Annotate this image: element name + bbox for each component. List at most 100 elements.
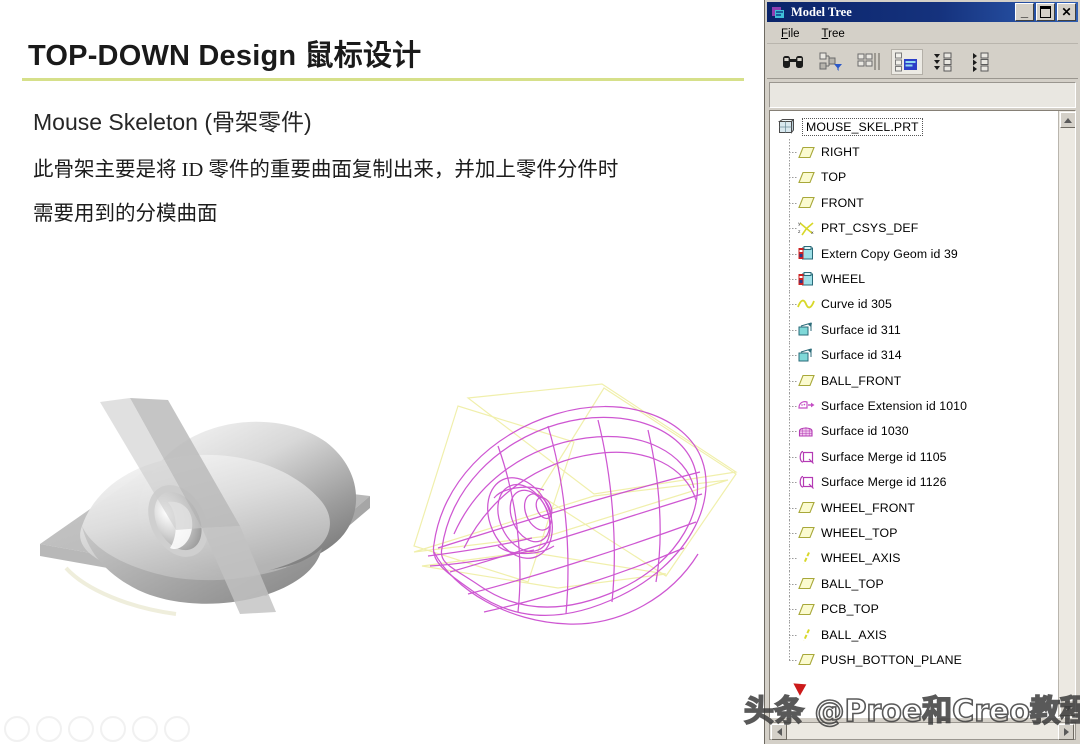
- show-model-tree-icon[interactable]: [891, 49, 923, 75]
- tree-toolbar: [767, 46, 1078, 79]
- scroll-down-button[interactable]: [1060, 700, 1075, 716]
- model-tree-window: Model Tree _ ✕ File Tree MOUSE_SKEL.PRT …: [764, 0, 1080, 744]
- minimize-glyph: _: [1020, 4, 1029, 19]
- tree-row[interactable]: BALL_FRONT: [770, 367, 1059, 394]
- datum-plane-icon: [796, 372, 816, 390]
- model-tree-icon: [771, 5, 786, 20]
- menu-tree-rest: ree: [828, 27, 845, 40]
- tree-item-label: WHEEL: [821, 272, 866, 287]
- window-titlebar[interactable]: Model Tree _ ✕: [767, 2, 1078, 22]
- shaded-mouse-skeleton-figure: [26, 376, 392, 642]
- tree-root-label: MOUSE_SKEL.PRT: [802, 117, 923, 136]
- tree-row[interactable]: TOP: [770, 164, 1059, 191]
- close-button[interactable]: ✕: [1057, 3, 1076, 21]
- tree-row[interactable]: Curve id 305: [770, 291, 1059, 318]
- tree-row[interactable]: Surface id 1030: [770, 418, 1059, 445]
- tree-item-label: PCB_TOP: [821, 602, 879, 617]
- tree-row[interactable]: PUSH_BOTTON_PLANE: [770, 647, 1059, 672]
- scroll-left-button[interactable]: [771, 724, 787, 740]
- tree-row[interactable]: WHEEL_FRONT: [770, 494, 1059, 521]
- menu-item-file[interactable]: File: [781, 28, 800, 40]
- datum-plane-icon: [796, 499, 816, 517]
- tree-row[interactable]: Extern Copy Geom id 39: [770, 240, 1059, 267]
- datum-plane-icon: [796, 194, 816, 212]
- chevron-up-icon: [1064, 117, 1072, 123]
- tree-item-label: BALL_AXIS: [821, 627, 887, 642]
- tree-info-bar: [769, 82, 1076, 108]
- svg-text:x: x: [811, 231, 814, 236]
- tree-item-label: BALL_FRONT: [821, 373, 902, 388]
- datum-plane-outlines: [413, 383, 738, 589]
- tree-row[interactable]: PCB_TOP: [770, 596, 1059, 623]
- tree-row[interactable]: FRONT: [770, 190, 1059, 216]
- find-binoculars-icon[interactable]: [777, 49, 809, 75]
- tree-vertical-scrollbar[interactable]: [1058, 111, 1075, 717]
- chevron-left-icon: [776, 728, 782, 736]
- datum-plane-icon: [796, 143, 816, 161]
- coordinate-system-icon: y z x: [796, 219, 816, 237]
- tree-item-label: Surface Merge id 1126: [821, 475, 947, 490]
- tree-row[interactable]: BALL_AXIS: [770, 621, 1059, 648]
- chevron-down-icon: [1064, 705, 1072, 711]
- tree-row[interactable]: WHEEL_AXIS: [770, 545, 1059, 572]
- tree-row[interactable]: WHEEL: [770, 266, 1059, 293]
- tree-row[interactable]: Surface id 314: [770, 342, 1059, 369]
- tree-row[interactable]: RIGHT: [770, 139, 1059, 166]
- tree-row[interactable]: Surface Merge id 1126: [770, 469, 1059, 496]
- tree-item-label: Curve id 305: [821, 297, 892, 312]
- tree-item-label: WHEEL_FRONT: [821, 500, 916, 515]
- tree-row[interactable]: y z x PRT_CSYS_DEF: [770, 215, 1059, 242]
- surface-merge-icon: [796, 448, 816, 466]
- tree-list: MOUSE_SKEL.PRT RIGHT TOP FRONT y z x PRT…: [770, 111, 1059, 673]
- tree-item-label: Surface Extension id 1010: [821, 398, 968, 413]
- body-text-line-2: 需要用到的分模曲面: [33, 203, 218, 225]
- tree-columns-icon[interactable]: [853, 49, 885, 75]
- wireframe-model-svg: [413, 383, 738, 625]
- datum-axis-icon: [796, 626, 816, 644]
- page-title: TOP-DOWN Design 鼠标设计: [28, 40, 422, 72]
- menu-file-rest: ile: [788, 27, 800, 40]
- decorative-circles: [4, 716, 190, 742]
- tree-item-label: Surface id 1030: [821, 424, 909, 439]
- title-divider: [22, 78, 744, 81]
- external-copy-geom-icon: [796, 245, 816, 263]
- collapse-all-icon[interactable]: [967, 49, 999, 75]
- tree-item-label: RIGHT: [821, 145, 860, 160]
- datum-plane-icon: [796, 600, 816, 618]
- tree-row[interactable]: BALL_TOP: [770, 571, 1059, 597]
- surface-merge-icon: [796, 473, 816, 491]
- scroll-right-button[interactable]: [1058, 724, 1074, 740]
- menu-bar: File Tree: [767, 24, 1078, 44]
- surface-mesh-icon: [796, 422, 816, 440]
- tree-item-label: Surface Merge id 1105: [821, 449, 947, 464]
- tree-item-label: Surface id 311: [821, 322, 901, 337]
- maximize-button[interactable]: [1036, 3, 1055, 21]
- tree-item-label: WHEEL_TOP: [821, 525, 898, 540]
- close-glyph: ✕: [1061, 5, 1072, 19]
- curve-icon: [796, 295, 816, 313]
- tree-item-label: PUSH_BOTTON_PLANE: [821, 652, 962, 667]
- surface-icon: [796, 321, 816, 339]
- minimize-button[interactable]: _: [1015, 3, 1034, 21]
- part-icon: [776, 118, 796, 136]
- tree-row[interactable]: WHEEL_TOP: [770, 520, 1059, 547]
- tree-filters-icon[interactable]: [815, 49, 847, 75]
- datum-plane-icon: [796, 524, 816, 542]
- surface-icon: [796, 346, 816, 364]
- datum-plane-icon: [796, 168, 816, 186]
- expand-all-icon[interactable]: [929, 49, 961, 75]
- model-tree-pane[interactable]: MOUSE_SKEL.PRT RIGHT TOP FRONT y z x PRT…: [769, 110, 1076, 718]
- tree-horizontal-scrollbar[interactable]: [769, 722, 1076, 740]
- window-title: Model Tree: [791, 4, 852, 19]
- surface-extension-icon: [796, 397, 816, 415]
- scroll-up-button[interactable]: [1060, 112, 1075, 128]
- tree-item-label: Extern Copy Geom id 39: [821, 246, 958, 261]
- tree-row[interactable]: Surface id 311: [770, 317, 1059, 343]
- tree-item-label: BALL_TOP: [821, 576, 884, 591]
- tree-row[interactable]: Surface Extension id 1010: [770, 393, 1059, 420]
- tree-row[interactable]: Surface Merge id 1105: [770, 444, 1059, 470]
- menu-item-tree[interactable]: Tree: [822, 28, 845, 40]
- tree-item-label: FRONT: [821, 195, 864, 210]
- presentation-slide: TOP-DOWN Design 鼠标设计 Mouse Skeleton (骨架零…: [0, 0, 764, 744]
- tree-row-root[interactable]: MOUSE_SKEL.PRT: [770, 114, 1059, 139]
